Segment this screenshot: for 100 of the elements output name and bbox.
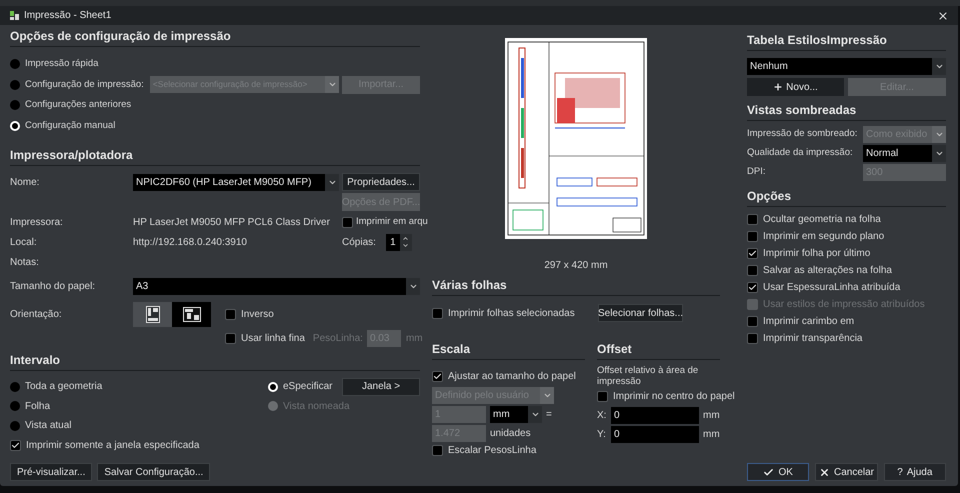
new-button[interactable]: Novo... [747, 78, 844, 96]
field-label: Qualidade da impressão: [747, 146, 854, 160]
button[interactable]: Propriedades... [342, 173, 420, 191]
radio-button[interactable] [10, 100, 20, 110]
field-label: Impressão de sombreado: [747, 126, 858, 141]
radio-label: Folha [25, 400, 50, 414]
caret-icon [542, 391, 552, 400]
field-label: Cópias: [342, 236, 376, 250]
checkbox[interactable] [225, 332, 236, 344]
unit-dropdown[interactable]: mm [490, 406, 542, 423]
checkbox[interactable] [747, 333, 758, 344]
section-heading: Intervalo [10, 354, 60, 367]
button[interactable]: Salvar Configuração... [97, 463, 210, 481]
radio-label: Configuração manual [25, 118, 116, 133]
radio-label: Configurações anteriores [25, 98, 132, 112]
section-heading: Escala [432, 343, 470, 356]
section-heading: Vistas sombreadas [747, 104, 856, 117]
unit-label: mm [703, 428, 720, 442]
radio-button[interactable] [10, 120, 20, 131]
close-icon[interactable] [937, 10, 949, 22]
section-heading: Opções [747, 190, 792, 203]
equals-sign: = [546, 408, 552, 422]
landscape-page-icon [182, 306, 200, 322]
field-label: Tamanho do papel: [10, 280, 96, 294]
checkbox-label: Ajustar ao tamanho do papel [448, 370, 576, 384]
checkbox-label: Usar linha fina [241, 332, 305, 346]
dialog-button[interactable]: ? Ajuda [884, 463, 946, 481]
dropdown[interactable]: Normal [863, 144, 946, 162]
field-label: Orientação: [10, 308, 63, 322]
window-title: Impressão - Sheet1 [24, 9, 112, 23]
copies-spinner[interactable]: 1 [386, 234, 412, 250]
caret-icon [934, 62, 944, 71]
portrait-page-icon [146, 306, 160, 322]
checkbox-label: Imprimir no centro do papel [613, 390, 735, 404]
check-icon [763, 466, 774, 478]
field-label: Impressora: [10, 216, 64, 230]
style-table-dropdown[interactable]: Nenhum [747, 58, 946, 75]
input-field[interactable]: 0 [611, 406, 699, 424]
field-label: Nome: [10, 176, 40, 190]
button[interactable]: Janela > [342, 378, 420, 396]
checkbox[interactable] [597, 390, 608, 402]
checkbox[interactable] [747, 316, 758, 327]
checkbox[interactable] [432, 444, 443, 456]
button[interactable]: Pré-visualizar... [10, 463, 92, 481]
radio-label: Configuração de impressão: [25, 78, 144, 92]
section-heading: Tabela EstilosImpressão [747, 34, 887, 47]
radio-label: eSpecificar [283, 380, 332, 394]
radio-button[interactable] [10, 401, 20, 412]
orientation-button[interactable] [133, 302, 172, 326]
checkbox-label: Imprimir carimbo em [763, 315, 854, 329]
checkbox[interactable] [747, 214, 758, 225]
checkbox[interactable] [342, 216, 353, 228]
unit-label: mm [406, 332, 423, 346]
dialog-button[interactable]: OK [747, 463, 810, 481]
radio-label: Toda a geometria [25, 380, 102, 394]
field-label: X: [597, 408, 608, 422]
checkbox[interactable] [747, 265, 758, 276]
offset-note: Offset relativo à área de impressão [597, 365, 700, 387]
radio-button[interactable] [10, 59, 20, 70]
section-heading: Offset [597, 343, 632, 356]
input-field[interactable]: 0 [611, 426, 699, 442]
section-heading: Opções de configuração de impressão [10, 30, 231, 43]
orientation-button[interactable] [172, 302, 211, 326]
checkbox-label: Escalar PesosLinha [448, 444, 536, 458]
checkbox-label: Salvar as alterações na folha [763, 264, 892, 278]
dialog-button[interactable]: Cancelar [815, 463, 878, 481]
section-heading: Impressora/plotadora [10, 149, 133, 162]
caret-icon [530, 410, 540, 419]
checkbox-label: Imprimir folhas selecionadas [448, 306, 575, 320]
field-label: Notas: [10, 256, 40, 270]
field-value: HP LaserJet M9050 MFP PCL6 Class Driver [133, 216, 331, 230]
plus-icon [773, 82, 784, 92]
checkbox[interactable] [747, 282, 758, 293]
checkbox-label: Usar EspessuraLinha atribuída [763, 281, 900, 295]
radio-button[interactable] [10, 420, 20, 431]
paper-size-dropdown[interactable]: A3 [133, 278, 420, 294]
checkbox[interactable] [747, 248, 758, 259]
button[interactable]: Selecionar folhas... [598, 304, 683, 322]
paper-size-text: 297 x 420 mm [543, 259, 609, 273]
radio-button[interactable] [10, 80, 20, 90]
section-heading: Várias folhas [432, 279, 507, 292]
radio-button[interactable] [268, 382, 278, 392]
app-icon [9, 10, 20, 21]
radio-label: Vista atual [25, 419, 72, 434]
checkbox[interactable] [747, 231, 758, 242]
checkbox-label: Imprimir transparência [763, 332, 862, 346]
checkbox-label: Inverso [241, 308, 274, 322]
field-label: Local: [10, 236, 38, 250]
checkbox[interactable] [225, 308, 236, 320]
radio-label: Impressão rápida [25, 57, 98, 72]
checkbox[interactable] [432, 308, 443, 318]
radio-button[interactable] [10, 382, 20, 392]
unit-label: mm [703, 408, 720, 422]
checkbox[interactable] [10, 440, 21, 450]
radio-label: Vista nomeada [283, 400, 350, 414]
printer-dropdown[interactable]: NPIC2DF60 (HP LaserJet M9050 MFP) [133, 174, 339, 190]
checkbox-label: Ocultar geometria na folha [763, 213, 881, 227]
checkbox[interactable] [432, 370, 443, 382]
checkbox-label: Imprimir folha por último [763, 247, 870, 261]
checkbox-label: Imprimir em arqu [356, 214, 428, 229]
